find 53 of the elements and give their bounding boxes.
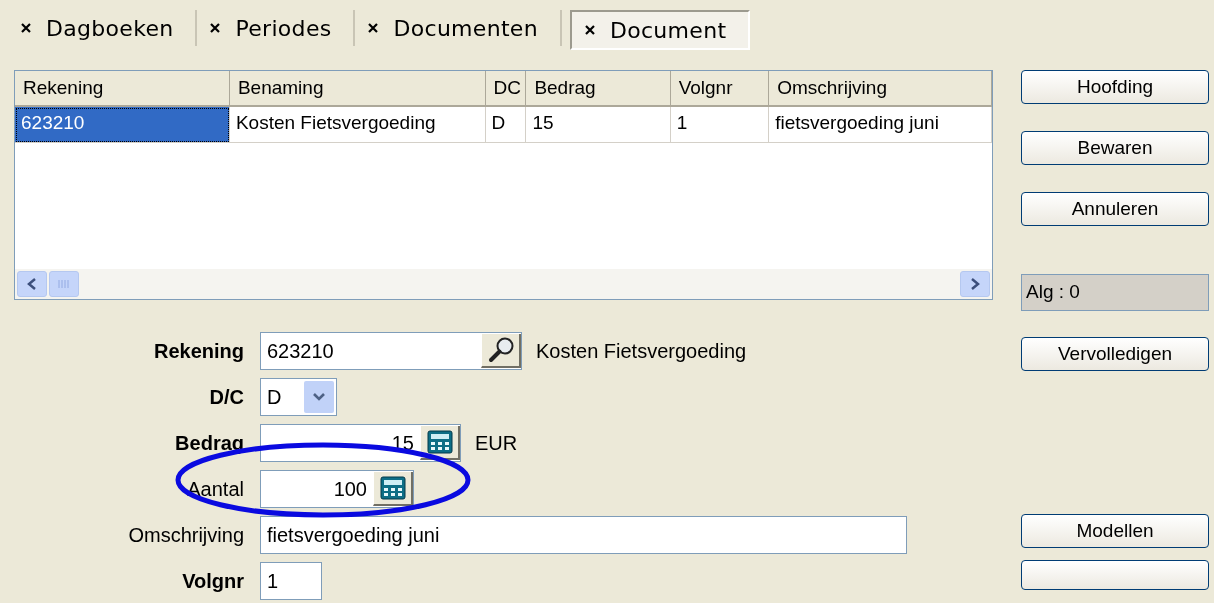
close-icon[interactable] [367, 22, 380, 34]
table-cell: D [485, 107, 527, 143]
dropdown-button[interactable] [304, 381, 334, 413]
table-cell: 623210 [15, 107, 230, 143]
calculator-button[interactable] [420, 426, 460, 460]
chevron-left-icon[interactable] [26, 277, 38, 291]
action-button[interactable]: Bewaren [1021, 131, 1209, 165]
status-field: Alg : 0 [1021, 274, 1209, 311]
table-cell: fietsvergoeding juni [769, 107, 992, 143]
grip-icon[interactable] [57, 279, 71, 289]
calculator-icon[interactable] [426, 430, 453, 454]
currency-label: EUR [475, 431, 518, 455]
table-cell: Kosten Fietsvergoeding [229, 107, 486, 143]
field-label: Bedrag [174, 431, 245, 455]
account-description: Kosten Fietsvergoeding [536, 339, 747, 363]
field-label: Rekening [152, 339, 245, 363]
close-icon[interactable] [20, 22, 32, 34]
field-label: Omschrijving [127, 523, 245, 547]
field-label: Volgnr [181, 569, 245, 593]
column-header[interactable]: Omschrijving [769, 71, 992, 107]
field-label: D/C [208, 385, 245, 409]
input-field[interactable]: 1 [260, 562, 322, 600]
horizontal-scrollbar[interactable] [15, 269, 992, 299]
tab[interactable]: Periodes [197, 10, 356, 46]
action-button[interactable]: Hoofding [1021, 70, 1209, 104]
close-icon[interactable] [583, 24, 596, 36]
calculator-icon[interactable] [379, 476, 406, 500]
table-cell: 1 [670, 107, 770, 143]
calculator-button[interactable] [373, 472, 413, 506]
tab[interactable]: Document [569, 10, 751, 50]
column-header[interactable]: Benaming [229, 71, 486, 107]
input-field[interactable]: D [260, 378, 337, 416]
input-field[interactable]: fietsvergoeding juni [260, 516, 907, 554]
input-field[interactable]: 623210 [260, 332, 522, 370]
column-header[interactable]: Volgnr [670, 71, 770, 107]
close-icon[interactable] [209, 22, 222, 34]
chevron-right-icon[interactable] [969, 277, 981, 291]
field-label: Aantal [186, 477, 245, 501]
chevron-down-icon[interactable] [312, 392, 326, 402]
scroll-right-button[interactable] [960, 271, 990, 297]
cut-off-button[interactable] [1021, 560, 1209, 590]
action-button[interactable]: Modellen [1021, 514, 1209, 548]
column-header[interactable]: Rekening [15, 71, 230, 107]
input-field[interactable]: 100 [260, 470, 414, 508]
column-header[interactable]: Bedrag [526, 71, 671, 107]
column-header[interactable]: DC [485, 71, 527, 107]
tab[interactable]: Dagboeken [8, 10, 198, 46]
tab[interactable]: Documenten [355, 10, 562, 46]
table-cell: 15 [526, 107, 671, 143]
action-button[interactable]: Annuleren [1021, 192, 1209, 226]
action-button[interactable]: Vervolledigen [1021, 337, 1209, 371]
scroll-left-button[interactable] [17, 271, 47, 297]
scroll-thumb[interactable] [49, 271, 79, 297]
